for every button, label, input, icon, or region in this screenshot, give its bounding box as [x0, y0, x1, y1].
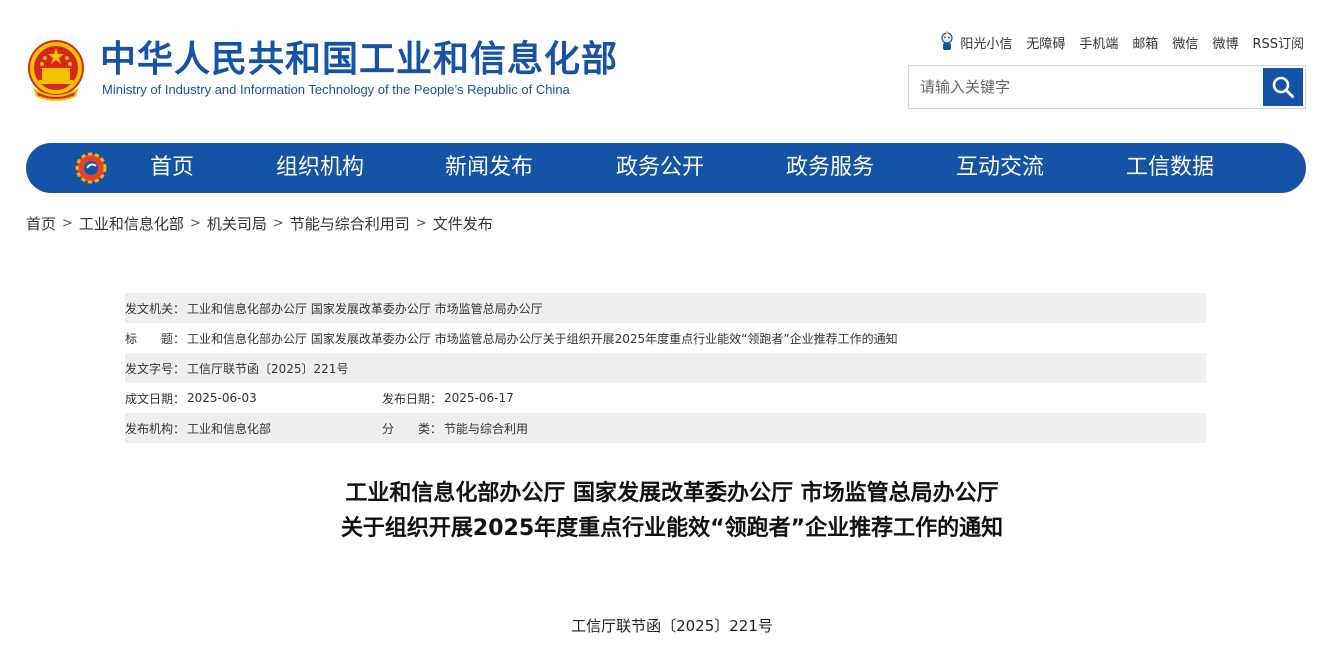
info-row-doc-number: 发文字号： 工信厅联节函〔2025〕221号	[125, 353, 1206, 383]
info-row-org: 发布机构： 工业和信息化部 分 类： 节能与综合利用	[125, 413, 1206, 443]
created-date-label: 成文日期：	[125, 391, 186, 406]
site-subtitle: Ministry of Industry and Information Tec…	[102, 82, 570, 97]
published-date-cell: 发布日期： 2025-06-17	[382, 390, 514, 407]
top-link-accessibility[interactable]: 无障碍	[1026, 33, 1065, 52]
breadcrumb-ministry[interactable]: 工业和信息化部	[79, 213, 184, 234]
nav-item-organization[interactable]: 组织机构	[276, 143, 364, 193]
nav-logo-icon	[75, 152, 107, 184]
issuer-value: 工业和信息化部办公厅 国家发展改革委办公厅 市场监管总局办公厅	[187, 301, 543, 316]
created-date-cell: 成文日期： 2025-06-03	[125, 390, 382, 407]
breadcrumb-separator: >	[62, 216, 73, 231]
search-input[interactable]	[909, 66, 1261, 108]
breadcrumb-home[interactable]: 首页	[26, 213, 56, 234]
article-title-line1: 工业和信息化部办公厅 国家发展改革委办公厅 市场监管总局办公厅	[345, 481, 999, 506]
info-row-title: 标 题： 工业和信息化部办公厅 国家发展改革委办公厅 市场监管总局办公厅关于组织…	[125, 323, 1206, 353]
org-cell: 发布机构： 工业和信息化部	[125, 420, 382, 437]
top-link-rss[interactable]: RSS订阅	[1252, 33, 1304, 52]
breadcrumb-documents[interactable]: 文件发布	[433, 213, 493, 234]
top-link-sunshine[interactable]: 阳光小信	[938, 31, 1012, 53]
search-button[interactable]	[1263, 68, 1303, 106]
top-link-mobile[interactable]: 手机端	[1079, 33, 1118, 52]
breadcrumb-energy-dept[interactable]: 节能与综合利用司	[290, 213, 410, 234]
doc-number-value: 工信厅联节函〔2025〕221号	[187, 361, 349, 376]
top-link-label: 阳光小信	[960, 36, 1013, 52]
sun-mascot-icon	[941, 31, 953, 50]
org-label: 发布机构：	[125, 421, 186, 436]
category-value: 节能与综合利用	[444, 421, 529, 436]
breadcrumb: 首页 > 工业和信息化部 > 机关司局 > 节能与综合利用司 > 文件发布	[26, 213, 493, 234]
info-row-dates: 成文日期： 2025-06-03 发布日期： 2025-06-17	[125, 383, 1206, 413]
published-date-label: 发布日期：	[382, 391, 443, 406]
info-row-issuer: 发文机关： 工业和信息化部办公厅 国家发展改革委办公厅 市场监管总局办公厅	[125, 293, 1206, 323]
article-title: 工业和信息化部办公厅 国家发展改革委办公厅 市场监管总局办公厅 关于组织开展20…	[0, 476, 1344, 546]
breadcrumb-separator: >	[189, 216, 201, 231]
top-link-wechat[interactable]: 微信	[1172, 33, 1198, 52]
national-emblem-icon[interactable]	[25, 38, 87, 102]
nav-item-public-affairs[interactable]: 政务公开	[616, 143, 704, 193]
top-link-weibo[interactable]: 微博	[1212, 33, 1238, 52]
breadcrumb-separator: >	[415, 216, 427, 231]
nav-item-services[interactable]: 政务服务	[786, 143, 874, 193]
breadcrumb-separator: >	[272, 216, 284, 231]
issuer-label: 发文机关：	[125, 301, 186, 316]
article-title-line2: 关于组织开展2025年度重点行业能效“领跑者”企业推荐工作的通知	[340, 516, 1004, 541]
title-value: 工业和信息化部办公厅 国家发展改革委办公厅 市场监管总局办公厅关于组织开展202…	[187, 331, 898, 346]
breadcrumb-departments[interactable]: 机关司局	[207, 213, 267, 234]
article-doc-number: 工信厅联节函〔2025〕221号	[571, 617, 773, 635]
search-box	[908, 65, 1306, 109]
main-nav: 首页 组织机构 新闻发布 政务公开 政务服务 互动交流 工信数据	[26, 143, 1306, 193]
org-value: 工业和信息化部	[187, 421, 272, 436]
nav-item-interaction[interactable]: 互动交流	[956, 143, 1044, 193]
site-title[interactable]: 中华人民共和国工业和信息化部	[100, 38, 618, 82]
published-date-value: 2025-06-17	[444, 391, 514, 405]
category-label: 分 类：	[382, 421, 443, 436]
doc-number-label: 发文字号：	[125, 361, 186, 376]
top-links: 阳光小信 无障碍 手机端 邮箱 微信 微博 RSS订阅	[938, 31, 1304, 53]
search-icon	[1272, 76, 1294, 98]
created-date-value: 2025-06-03	[187, 391, 257, 405]
top-link-mail[interactable]: 邮箱	[1132, 33, 1158, 52]
nav-item-data[interactable]: 工信数据	[1126, 143, 1214, 193]
document-info-table: 发文机关： 工业和信息化部办公厅 国家发展改革委办公厅 市场监管总局办公厅 标 …	[125, 293, 1206, 443]
nav-item-home[interactable]: 首页	[150, 143, 194, 193]
nav-item-news[interactable]: 新闻发布	[445, 143, 533, 193]
site-header: 中华人民共和国工业和信息化部 Ministry of Industry and …	[0, 0, 1344, 140]
title-label: 标 题：	[125, 331, 186, 346]
category-cell: 分 类： 节能与综合利用	[382, 420, 528, 437]
